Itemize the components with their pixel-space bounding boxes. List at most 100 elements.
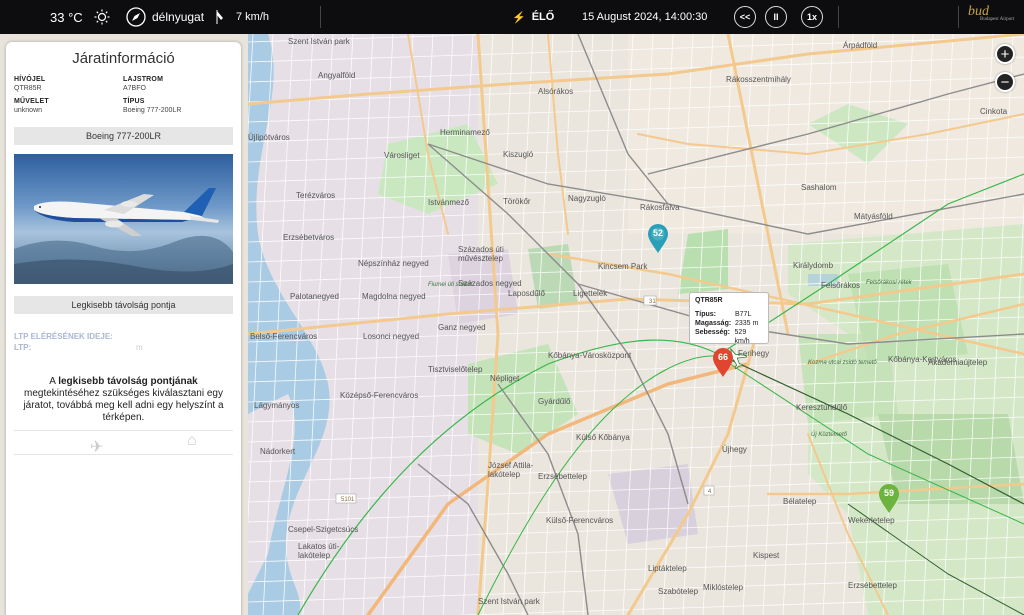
- place-label: Rákosfalva: [640, 203, 680, 212]
- top-bar: 33 °C délnyugat 7 km/h ⚡ ÉLŐ 15 August 2…: [0, 0, 1024, 34]
- place-label: Nagyzugló: [568, 194, 606, 203]
- place-label: Miklóstelep: [703, 583, 744, 592]
- road-number-label: 31: [649, 299, 656, 305]
- bolt-icon: ⚡: [512, 11, 526, 24]
- place-label: Százados úti művésztelep: [458, 245, 504, 263]
- aircraft-photo: [14, 154, 233, 284]
- place-label: Liptáktelep: [648, 564, 687, 573]
- separator: [320, 6, 321, 28]
- place-label: Szent István park: [478, 597, 541, 606]
- place-label: Laposdűlő: [508, 289, 545, 298]
- ltp-value: m: [136, 343, 143, 352]
- park-label: Felsőrákosi rétek: [866, 280, 913, 286]
- pause-button[interactable]: II: [765, 6, 787, 28]
- place-label: Nádorkert: [260, 447, 296, 456]
- place-label: Gyárdűlő: [538, 397, 571, 406]
- place-label: Törökőr: [503, 197, 531, 206]
- map-canvas[interactable]: 3145101 Szent István park ÁrpádföldAngyal…: [248, 34, 1024, 615]
- place-label: Csepel-Szigetcsúcs: [288, 525, 358, 534]
- wind-direction: délnyugat: [152, 10, 205, 24]
- map[interactable]: 31 4 5101 Szent István park Árpádföld Angyal…: [248, 34, 1024, 615]
- speed-button[interactable]: 1x: [801, 6, 823, 28]
- place-label: Istvánmező: [428, 198, 469, 207]
- place-label: Magdolna negyed: [362, 292, 426, 301]
- tooltip-altitude-value: 2335 m: [735, 320, 759, 327]
- flight-tooltip: QTR85R Típus: B77L Magasság: 2335 m Sebess…: [689, 292, 769, 345]
- location-pin-66[interactable]: 66: [712, 348, 734, 378]
- divider: [14, 430, 233, 431]
- separator: [838, 6, 839, 28]
- place-label: Bélatelep: [783, 497, 817, 506]
- place-label: Palotanegyed: [290, 292, 339, 301]
- tooltip-speed-value: 529 km/h: [734, 329, 750, 345]
- place-label: Losonci negyed: [363, 332, 419, 341]
- temperature: 33 °C: [50, 9, 83, 25]
- place-label: Angyalföld: [318, 71, 355, 80]
- tooltip-type-label: Típus:: [695, 311, 716, 318]
- place-label: Szent István park: [288, 37, 351, 46]
- operation-label: MŰVELET: [14, 98, 49, 105]
- panel-title: Járatinformáció: [72, 50, 175, 67]
- callsign-value: QTR85R: [14, 85, 42, 92]
- place-label: Külső-Ferencváros: [546, 516, 613, 525]
- place-label: Terézváros: [296, 191, 335, 200]
- park-label: Fiumei úti sírkert: [428, 282, 473, 288]
- place-label: Középső-Ferencváros: [340, 391, 418, 400]
- place-label: Sashalom: [801, 183, 837, 192]
- sun-icon: [94, 9, 110, 25]
- place-label: Ganz negyed: [438, 323, 486, 332]
- place-label: Tisztviselőtelep: [428, 365, 483, 374]
- place-label: Kincsem Park: [598, 262, 648, 271]
- zoom-in-button[interactable]: +: [995, 44, 1015, 64]
- place-label: Árpádföld: [843, 41, 877, 50]
- place-label: Mátyásföld: [854, 212, 893, 221]
- ltp-label: LTP:: [14, 343, 32, 352]
- type-value: Boeing 777-200LR: [123, 107, 182, 114]
- place-label: Keresztúridűlő: [796, 403, 848, 412]
- zoom-out-button[interactable]: −: [995, 72, 1015, 92]
- live-indicator[interactable]: ⚡ ÉLŐ: [512, 0, 554, 34]
- place-label: Erzsébettelep: [848, 581, 897, 590]
- park-label: Új Köztemető: [811, 431, 848, 438]
- closest-point-bar[interactable]: Legkisebb távolság pontja: [14, 296, 233, 314]
- place-label: Herminamező: [440, 128, 490, 137]
- closest-point-info: A legkisebb távolság pontjának megtekint…: [23, 376, 224, 423]
- place-label: Királydomb: [793, 261, 834, 270]
- tooltip-type-value: B77L: [735, 311, 752, 318]
- airport-logo: bud Budapest Airport: [968, 4, 1015, 22]
- operation-value: unknown: [14, 107, 43, 114]
- type-label: TÍPUS: [123, 98, 145, 105]
- tooltip-speed-label: Sebesség:: [695, 329, 731, 336]
- rewind-button[interactable]: <<: [734, 6, 756, 28]
- place-label: Népliget: [490, 374, 520, 383]
- live-label: ÉLŐ: [531, 11, 555, 23]
- location-pin-52[interactable]: 52: [647, 224, 669, 254]
- separator: [958, 6, 959, 28]
- flight-info-panel: Járatinformáció HÍVÓJEL QTR85R LAJSTROM …: [6, 42, 241, 615]
- place-label: Cinkota: [980, 107, 1008, 116]
- place-label: Erzsébetváros: [283, 233, 334, 242]
- place-label: Felsőrákos: [821, 281, 860, 290]
- place-label: Ferihegy: [738, 349, 769, 358]
- place-label: Ligettelek: [573, 289, 608, 298]
- registration-value: A7BFO: [123, 85, 146, 92]
- road-number-label: 5101: [341, 497, 355, 503]
- place-label: Városliget: [384, 151, 420, 160]
- place-label: Belső-Ferencváros: [250, 332, 317, 341]
- place-label: Kőbánya-Városközpont: [548, 351, 632, 360]
- place-label: Újhegy: [722, 445, 747, 454]
- place-label: Akadémiaújtelep: [928, 358, 988, 367]
- divider: [14, 454, 233, 455]
- place-label: Erzsébettelep: [538, 472, 587, 481]
- location-pin-59[interactable]: 59: [878, 484, 900, 514]
- tooltip-altitude-label: Magasság:: [695, 320, 732, 327]
- place-label: Lágymányos: [254, 401, 299, 410]
- place-label: Újlipótváros: [248, 133, 290, 142]
- place-label: Kispest: [753, 551, 780, 560]
- place-label: Alsórákos: [538, 87, 573, 96]
- wind-compass-icon: [126, 7, 146, 27]
- park-label: Kozma utcai zsidó temető: [808, 360, 877, 366]
- place-label: Szabótelep: [658, 587, 699, 596]
- place-label: Wekerletelep: [848, 516, 895, 525]
- callsign-label: HÍVÓJEL: [14, 76, 46, 83]
